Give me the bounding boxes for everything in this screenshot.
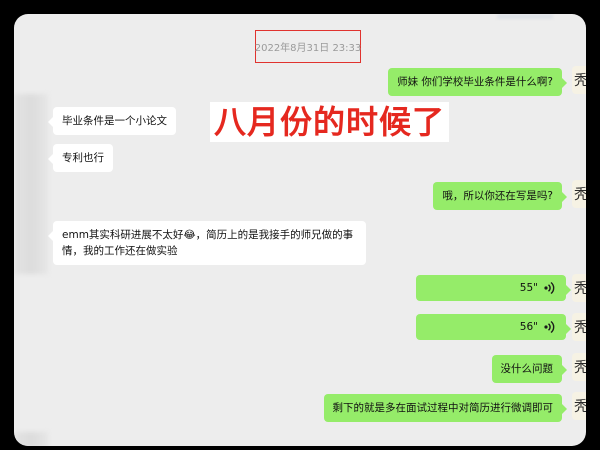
message-bubble-out[interactable]: 剩下的就是多在面试过程中对简历进行微调即可: [323, 394, 567, 422]
overlay-caption: 八月份的时候了: [210, 102, 450, 142]
message-bubble-in[interactable]: 专利也行: [48, 144, 113, 172]
message-text: 哦，所以你还在写是吗?: [442, 190, 553, 202]
voice-duration: 55": [519, 282, 538, 294]
contact-avatar-blurred-bottom[interactable]: [14, 432, 48, 446]
avatar[interactable]: 秃: [572, 353, 586, 381]
chat-screen: 2022年8月31日 23:33 八月份的时候了 师妹 你们学校毕业条件是什么啊…: [14, 14, 586, 446]
message-text: 剩下的就是多在面试过程中对简历进行微调即可: [332, 402, 554, 414]
message-text: emm其实科研进展不太好😂，简历上的是我接手的师兄做的事情，我的工作还在做实验: [62, 229, 354, 257]
blurred-header-fragment: [497, 14, 553, 19]
avatar-glyph: 秃: [574, 360, 586, 376]
voice-message-bubble[interactable]: 56": [416, 314, 571, 340]
timestamp-text: 2022年8月31日 23:33: [254, 43, 362, 54]
voice-wave-icon: [544, 281, 556, 295]
message-bubble-in[interactable]: emm其实科研进展不太好😂，简历上的是我接手的师兄做的事情，我的工作还在做实验: [48, 221, 366, 265]
avatar-glyph: 秃: [574, 73, 586, 89]
voice-message-bubble[interactable]: 55": [416, 275, 571, 301]
message-text: 师妹 你们学校毕业条件是什么啊?: [397, 76, 553, 88]
contact-avatar-blurred[interactable]: [14, 94, 48, 274]
avatar[interactable]: 秃: [572, 180, 586, 208]
avatar[interactable]: 秃: [572, 313, 586, 341]
message-text: 专利也行: [62, 152, 104, 164]
message-timestamp: 2022年8月31日 23:33: [255, 30, 361, 63]
message-bubble-in[interactable]: 毕业条件是一个小论文: [48, 107, 176, 135]
avatar-glyph: 秃: [574, 187, 586, 203]
message-bubble-out[interactable]: 哦，所以你还在写是吗?: [433, 182, 567, 210]
message-bubble-out[interactable]: 师妹 你们学校毕业条件是什么啊?: [388, 68, 567, 96]
avatar[interactable]: 秃: [572, 392, 586, 420]
avatar-glyph: 秃: [574, 281, 586, 297]
avatar[interactable]: 秃: [572, 66, 586, 94]
message-text: 毕业条件是一个小论文: [62, 115, 167, 127]
avatar-glyph: 秃: [574, 399, 586, 415]
message-bubble-out[interactable]: 没什么问题: [491, 355, 567, 383]
avatar[interactable]: 秃: [572, 274, 586, 302]
voice-duration: 56": [519, 321, 538, 333]
message-text: 没什么问题: [500, 363, 554, 375]
voice-wave-icon: [544, 320, 556, 334]
avatar-glyph: 秃: [574, 320, 586, 336]
